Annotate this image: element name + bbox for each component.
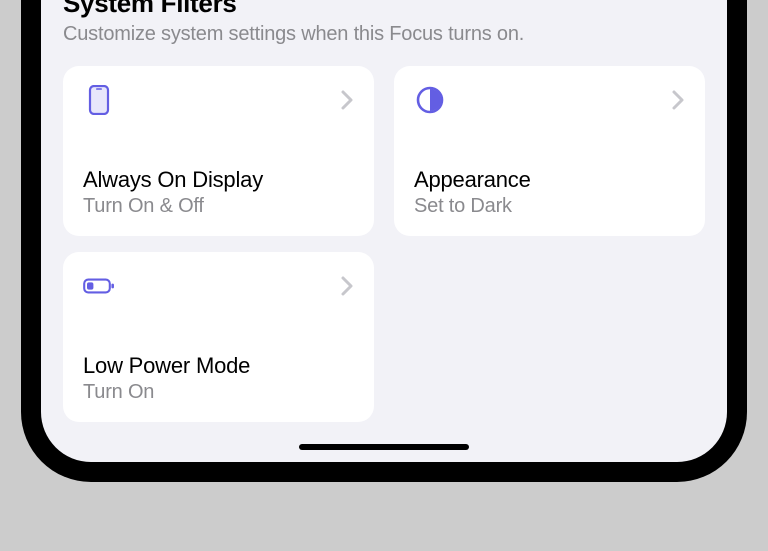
section-subtitle: Customize system settings when this Focu… — [63, 23, 705, 46]
card-text: Always On Display Turn On & Off — [83, 167, 354, 218]
phone-frame: System Filters Customize system settings… — [21, 0, 747, 482]
chevron-right-icon — [671, 89, 685, 111]
card-top — [83, 84, 354, 116]
card-text: Appearance Set to Dark — [414, 167, 685, 218]
chevron-right-icon — [340, 275, 354, 297]
card-top — [83, 270, 354, 302]
phone-icon — [83, 84, 115, 116]
chevron-right-icon — [340, 89, 354, 111]
card-title: Always On Display — [83, 167, 354, 193]
screen: System Filters Customize system settings… — [41, 0, 727, 462]
section-header: System Filters Customize system settings… — [63, 0, 705, 46]
filter-card-appearance[interactable]: Appearance Set to Dark — [394, 66, 705, 236]
contrast-icon — [414, 84, 446, 116]
card-subtitle: Set to Dark — [414, 195, 685, 218]
home-indicator[interactable] — [299, 444, 469, 450]
card-title: Low Power Mode — [83, 353, 354, 379]
section-title: System Filters — [63, 0, 705, 19]
card-top — [414, 84, 685, 116]
card-subtitle: Turn On — [83, 381, 354, 404]
battery-low-icon — [83, 270, 115, 302]
card-title: Appearance — [414, 167, 685, 193]
filter-grid: Always On Display Turn On & Off — [63, 66, 705, 422]
filter-card-low-power-mode[interactable]: Low Power Mode Turn On — [63, 252, 374, 422]
phone-inner: System Filters Customize system settings… — [35, 0, 733, 468]
card-subtitle: Turn On & Off — [83, 195, 354, 218]
filter-card-always-on-display[interactable]: Always On Display Turn On & Off — [63, 66, 374, 236]
card-text: Low Power Mode Turn On — [83, 353, 354, 404]
